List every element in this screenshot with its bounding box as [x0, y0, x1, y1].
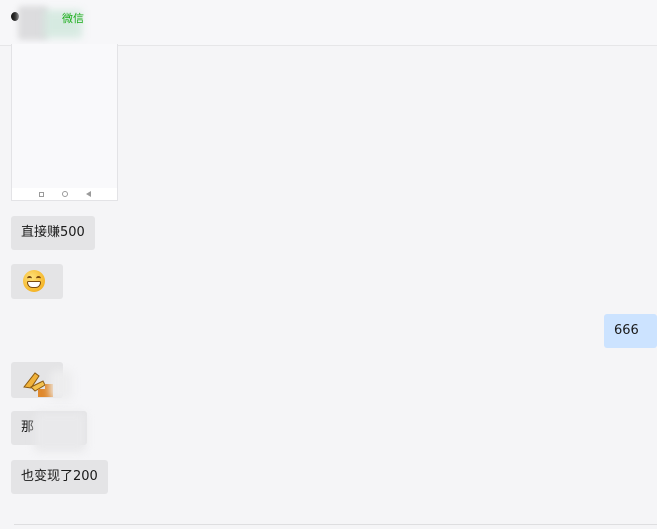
message-bubble[interactable]: 也变现了200: [11, 460, 108, 494]
blurred-area: [50, 370, 72, 400]
back-arrow-icon: [85, 191, 91, 197]
image-message[interactable]: [11, 44, 118, 201]
emoji-bubble[interactable]: [11, 264, 63, 299]
recent-apps-icon: [38, 191, 44, 197]
hand-sticker-icon: [23, 372, 53, 397]
chat-header: 微信: [0, 0, 657, 46]
grinning-face-icon: [23, 270, 45, 292]
phone-navbar: [12, 188, 117, 200]
message-bubble[interactable]: 直接赚500: [11, 216, 95, 250]
message-bubble-self[interactable]: 666: [604, 314, 657, 348]
blurred-area: [34, 412, 86, 452]
chat-window: 微信 直接赚500 666 那 也变现了200: [0, 0, 657, 529]
app-label: 微信: [62, 12, 84, 25]
home-icon: [61, 191, 68, 197]
input-divider: [14, 524, 657, 525]
